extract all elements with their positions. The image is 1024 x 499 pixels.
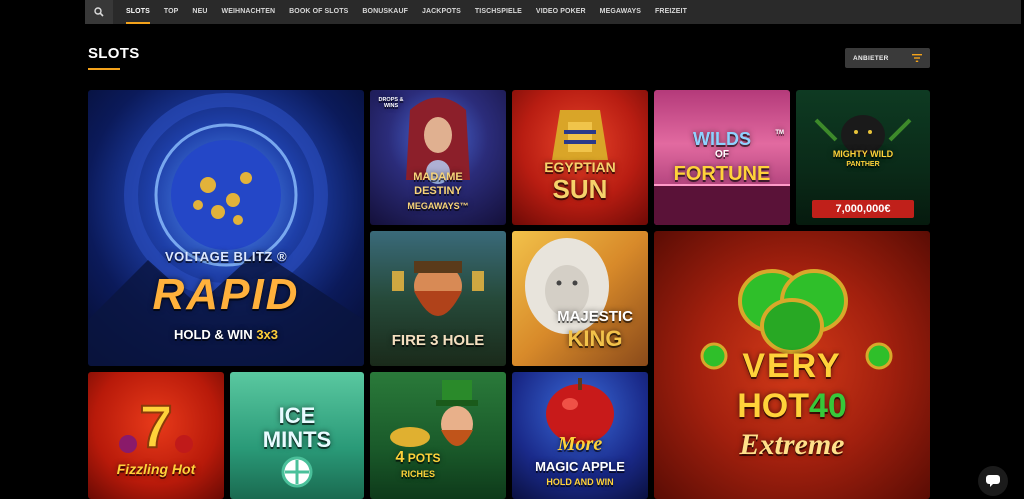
- wilds-line2: OF: [715, 149, 729, 160]
- game-tile-fire-3-hole[interactable]: FIRE 3 HOLE: [370, 231, 506, 366]
- nav-item-video-poker[interactable]: VIDEO POKER: [529, 0, 593, 24]
- provider-filter-label: ANBIETER: [853, 54, 889, 62]
- veryhot-line3: Extreme: [739, 428, 845, 461]
- game-tile-majestic-king[interactable]: MAJESTIC KING: [512, 231, 648, 366]
- jackpot-amount: 7,000,000€: [835, 203, 891, 215]
- chat-icon: [986, 475, 1000, 487]
- leprechaun-graphic: [390, 380, 478, 447]
- game-tile-ice-mints[interactable]: ICE MINTS: [230, 372, 364, 499]
- wilds-tm: TM: [775, 130, 784, 136]
- game-tile-egyptian-sun[interactable]: EGYPTIAN SUN: [512, 90, 648, 225]
- icemints-line2: MINTS: [262, 427, 332, 452]
- egyptian-line2: SUN: [552, 174, 608, 204]
- madame-line3: MEGAWAYS™: [407, 201, 469, 211]
- game-tile-4-pots-riches[interactable]: 4 POTS RICHES: [370, 372, 506, 499]
- rapid-title: RAPID: [152, 270, 300, 319]
- nav-item-weihnachten[interactable]: WEIHNACHTEN: [215, 0, 283, 24]
- nav-item-top[interactable]: TOP: [157, 0, 186, 24]
- apple-line1: More: [557, 433, 603, 455]
- provider-filter-button[interactable]: ANBIETER: [845, 48, 930, 68]
- game-tile-voltage-blitz-rapid[interactable]: VOLTAGE BLITZ ® RAPID HOLD & WIN 3x3: [88, 90, 364, 366]
- svg-text:7: 7: [139, 393, 172, 460]
- majestic-line1: MAJESTIC: [557, 308, 633, 325]
- voltage-brand-label: VOLTAGE BLITZ ®: [164, 249, 288, 264]
- category-nav: SLOTS TOP NEU WEIHNACHTEN BOOK OF SLOTS …: [119, 0, 694, 24]
- filter-icon: [912, 54, 922, 62]
- page-title: SLOTS: [88, 45, 140, 62]
- game-tile-more-magic-apple[interactable]: More MAGIC APPLE HOLD AND WIN: [512, 372, 648, 499]
- game-tile-mighty-wild-panther[interactable]: MIGHTY WILD PANTHER 7,000,000€: [796, 90, 930, 225]
- wilds-line3: FORTUNE: [673, 163, 771, 185]
- madame-line1: MADAME: [413, 171, 463, 183]
- pharaoh-mask-graphic: [552, 110, 608, 160]
- nav-item-book-of-slots[interactable]: BOOK OF SLOTS: [282, 0, 355, 24]
- panther-title: MIGHTY WILD PANTHER: [832, 149, 894, 169]
- majestic-line2: KING: [567, 326, 623, 351]
- nav-item-megaways[interactable]: MEGAWAYS: [593, 0, 648, 24]
- drops-wins-badge: DROPS & WINS: [378, 97, 404, 109]
- game-tile-fizzling-hot[interactable]: 7 Fizzling Hot: [88, 372, 224, 499]
- veryhot-line1: VERY: [742, 347, 842, 385]
- pots-title: 4 POTS RICHES: [395, 449, 441, 479]
- nav-item-slots[interactable]: SLOTS: [119, 0, 157, 24]
- seven-fruits-graphic: 7: [119, 392, 193, 461]
- veryhot-number: 40: [808, 387, 847, 425]
- search-button[interactable]: [85, 0, 113, 24]
- voltage-subtitle: HOLD & WIN 3x3: [173, 327, 279, 342]
- firehole-title: FIRE 3 HOLE: [391, 332, 485, 349]
- fizzling-title: Fizzling Hot: [116, 461, 196, 477]
- nav-item-neu[interactable]: NEU: [185, 0, 214, 24]
- nav-item-jackpots[interactable]: JACKPOTS: [415, 0, 468, 24]
- nav-item-bonuskauf[interactable]: BONUSKAUF: [355, 0, 415, 24]
- title-underline: [88, 68, 120, 70]
- game-tile-madame-destiny-megaways[interactable]: DROPS & WINS MADAME DESTINY MEGAWAYS™: [370, 90, 506, 225]
- search-icon: [94, 7, 104, 17]
- apple-line2: MAGIC APPLE: [535, 459, 625, 474]
- chat-button[interactable]: [978, 466, 1008, 496]
- nav-item-freizeit[interactable]: FREIZEIT: [648, 0, 694, 24]
- wilds-line1: WILDS: [693, 129, 751, 149]
- top-navigation: SLOTS TOP NEU WEIHNACHTEN BOOK OF SLOTS …: [85, 0, 1021, 24]
- jackpot-amount-badge: 7,000,000€: [812, 200, 914, 218]
- veryhot-line2: HOT40: [737, 387, 847, 425]
- egyptian-line1: EGYPTIAN: [544, 159, 616, 175]
- game-tile-very-hot-40-extreme[interactable]: VERY HOT40 Extreme: [654, 231, 930, 499]
- madame-line2: DESTINY: [414, 185, 462, 197]
- icemints-line1: ICE: [278, 403, 316, 428]
- game-tile-wilds-of-fortune[interactable]: WILDS OF FORTUNE TM: [654, 90, 790, 225]
- apple-line3: HOLD AND WIN: [546, 477, 614, 487]
- nav-item-tischspiele[interactable]: TISCHSPIELE: [468, 0, 529, 24]
- portal-ring-graphic: [88, 93, 364, 366]
